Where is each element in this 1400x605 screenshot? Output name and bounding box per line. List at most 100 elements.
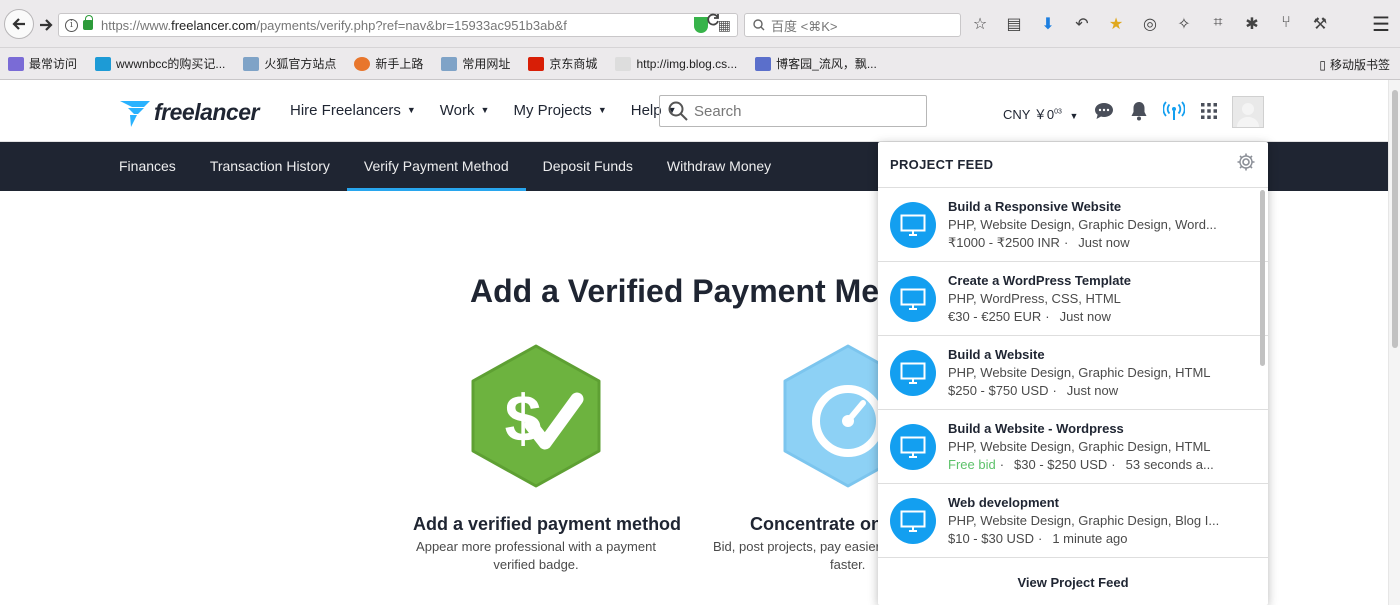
reload-button[interactable] — [706, 13, 720, 32]
feature-description: Bid, post projects, pay easier faster. — [708, 538, 888, 574]
browser-toolbar: i https://www. freelancer.com/payments/ve… — [0, 0, 1400, 48]
feature-title: Add a verified payment method — [413, 514, 682, 534]
bookmark-label: 火狐官方站点 — [264, 57, 337, 71]
nav-label: Help — [630, 102, 662, 119]
arrow-right-icon — [40, 19, 53, 31]
user-avatar[interactable] — [1232, 96, 1264, 128]
project-name[interactable]: Build a Website — [948, 346, 1248, 364]
logo-text: freelancer — [154, 98, 259, 125]
avatar-placeholder-icon — [1237, 103, 1259, 127]
project-budget: €30 - €250 EUR — [948, 308, 1042, 324]
project-feed-item[interactable]: Build a Responsive Website PHP, Website … — [878, 188, 1268, 262]
site-search-input[interactable]: Search — [659, 95, 927, 127]
project-time: Just now — [1059, 308, 1111, 324]
project-name[interactable]: Web development — [948, 494, 1248, 512]
gear-icon[interactable] — [1236, 152, 1256, 177]
bookmark-item[interactable]: wwwnbcc的购买记... — [95, 55, 225, 72]
star-icon[interactable]: ☆ — [970, 14, 990, 34]
project-feed-title: PROJECT FEED — [890, 157, 994, 172]
bookmark-item[interactable]: 博客园_流风，飘... — [755, 55, 877, 72]
project-name[interactable]: Build a Responsive Website — [948, 198, 1248, 216]
bookmark-item[interactable]: 京东商城 — [528, 55, 597, 72]
project-feed-item[interactable]: Build a Website PHP, Website Design, Gra… — [878, 336, 1268, 410]
subnav-transaction-history[interactable]: Transaction History — [193, 142, 347, 191]
wand-icon[interactable]: ✧ — [1174, 14, 1194, 34]
subnav-withdraw-money[interactable]: Withdraw Money — [650, 142, 788, 191]
project-name[interactable]: Create a WordPress Template — [948, 272, 1248, 290]
bookmark-label: 博客园_流风，飘... — [776, 57, 877, 71]
mobile-bookmarks-label: 移动版书签 — [1329, 58, 1390, 72]
caret-down-icon: ▼ — [480, 105, 490, 115]
feature-desc-line: Bid, post projects, pay easier — [713, 539, 880, 554]
bookmark-item[interactable]: 火狐官方站点 — [243, 55, 336, 72]
arrow-left-icon — [12, 18, 25, 30]
download-icon[interactable]: ⬇ — [1038, 14, 1058, 34]
monitor-icon — [890, 497, 936, 544]
feed-scrollbar[interactable] — [1259, 188, 1267, 558]
nav-my-projects[interactable]: My Projects ▼ — [513, 102, 606, 119]
undo-icon[interactable]: ↶ — [1072, 14, 1092, 34]
verified-payment-badge-icon: $ — [471, 344, 601, 488]
project-skills: PHP, Website Design, Graphic Design, Wor… — [948, 216, 1217, 232]
project-feed-item[interactable]: Create a WordPress Template PHP, WordPre… — [878, 262, 1268, 336]
page-scrollbar[interactable] — [1388, 80, 1400, 605]
nav-hire-freelancers[interactable]: Hire Freelancers ▼ — [290, 102, 416, 119]
project-meta: $250 - $750 USD · Just now — [948, 382, 1119, 398]
feature-desc-line: verified badge. — [493, 557, 579, 572]
subnav-deposit-funds[interactable]: Deposit Funds — [526, 142, 650, 191]
monitor-icon — [890, 349, 936, 396]
compass-icon[interactable]: ◎ — [1140, 14, 1160, 34]
forward-button[interactable] — [34, 11, 58, 39]
project-skills: PHP, Website Design, Graphic Design, Blo… — [948, 512, 1220, 528]
page-scrollbar-thumb[interactable] — [1392, 90, 1398, 348]
bookmark-item[interactable]: 新手上路 — [354, 55, 423, 72]
bug-icon[interactable]: ✱ — [1242, 14, 1262, 34]
feature-desc-line: Appear more professional with a payment — [416, 539, 656, 554]
tools-icon[interactable]: ⚒ — [1310, 14, 1330, 34]
messages-icon[interactable] — [1093, 100, 1115, 122]
main-nav: Hire Freelancers ▼ Work ▼ My Projects ▼ Hel… — [290, 102, 677, 119]
project-feed-header: PROJECT FEED — [878, 142, 1268, 188]
bookmark-label: wwwnbcc的购买记... — [116, 57, 226, 71]
back-button[interactable] — [4, 9, 34, 39]
jd-icon — [528, 56, 545, 71]
nav-label: Hire Freelancers — [290, 102, 401, 119]
crop-icon[interactable]: ⌗ — [1208, 14, 1228, 34]
browser-search-input[interactable]: 百度 <⌘K> — [744, 13, 961, 37]
project-feed-item[interactable]: Web development PHP, Website Design, Gra… — [878, 484, 1268, 558]
page-icon — [615, 56, 632, 71]
monitor-icon — [890, 423, 936, 470]
bookmark-item[interactable]: 最常访问 — [8, 55, 77, 72]
bookmark-label: 新手上路 — [375, 57, 424, 71]
hamburger-menu-icon[interactable]: ☰ — [1372, 12, 1390, 37]
apps-grid-icon[interactable] — [1198, 100, 1220, 122]
reader-icon[interactable]: ▤ — [1004, 14, 1024, 34]
reload-icon — [707, 13, 719, 26]
currency-balance[interactable]: CNY ￥003 ▼ — [1003, 104, 1078, 123]
bookmark-item[interactable]: 常用网址 — [441, 55, 510, 72]
project-feed-item[interactable]: Build a Website - Wordpress PHP, Website… — [878, 410, 1268, 484]
view-project-feed-link[interactable]: View Project Feed — [878, 559, 1268, 605]
project-name[interactable]: Build a Website - Wordpress — [948, 420, 1248, 438]
project-skills: PHP, Website Design, Graphic Design, HTM… — [948, 364, 1211, 380]
extension-star-icon[interactable]: ★ — [1106, 14, 1126, 34]
bookmark-item[interactable]: http://img.blog.cs... — [615, 56, 737, 71]
freelancer-bird-icon — [120, 101, 150, 127]
project-feed-icon[interactable] — [1163, 100, 1185, 122]
info-icon[interactable]: i — [65, 18, 78, 32]
bell-icon[interactable] — [1128, 100, 1150, 122]
mobile-bookmarks[interactable]: ▯ 移动版书签 — [1319, 56, 1390, 73]
subnav-verify-payment-method[interactable]: Verify Payment Method — [346, 142, 526, 191]
folder-icon — [441, 56, 458, 71]
subnav-finances[interactable]: Finances — [102, 142, 193, 191]
freelancer-logo[interactable]: freelancer — [118, 95, 259, 129]
feed-scrollbar-thumb[interactable] — [1260, 190, 1265, 366]
nav-work[interactable]: Work ▼ — [440, 102, 490, 119]
project-budget: $10 - $30 USD — [948, 530, 1034, 546]
project-budget: $30 - $250 USD — [1014, 456, 1108, 472]
currency-label: CNY ￥0 — [1003, 107, 1055, 122]
project-meta: ₹1000 - ₹2500 INR · Just now — [948, 234, 1130, 250]
url-prefix: https://www. — [101, 17, 172, 33]
fork-icon[interactable]: ⑂ — [1276, 14, 1296, 34]
url-bar[interactable]: i https://www. freelancer.com/payments/ve… — [58, 13, 738, 37]
